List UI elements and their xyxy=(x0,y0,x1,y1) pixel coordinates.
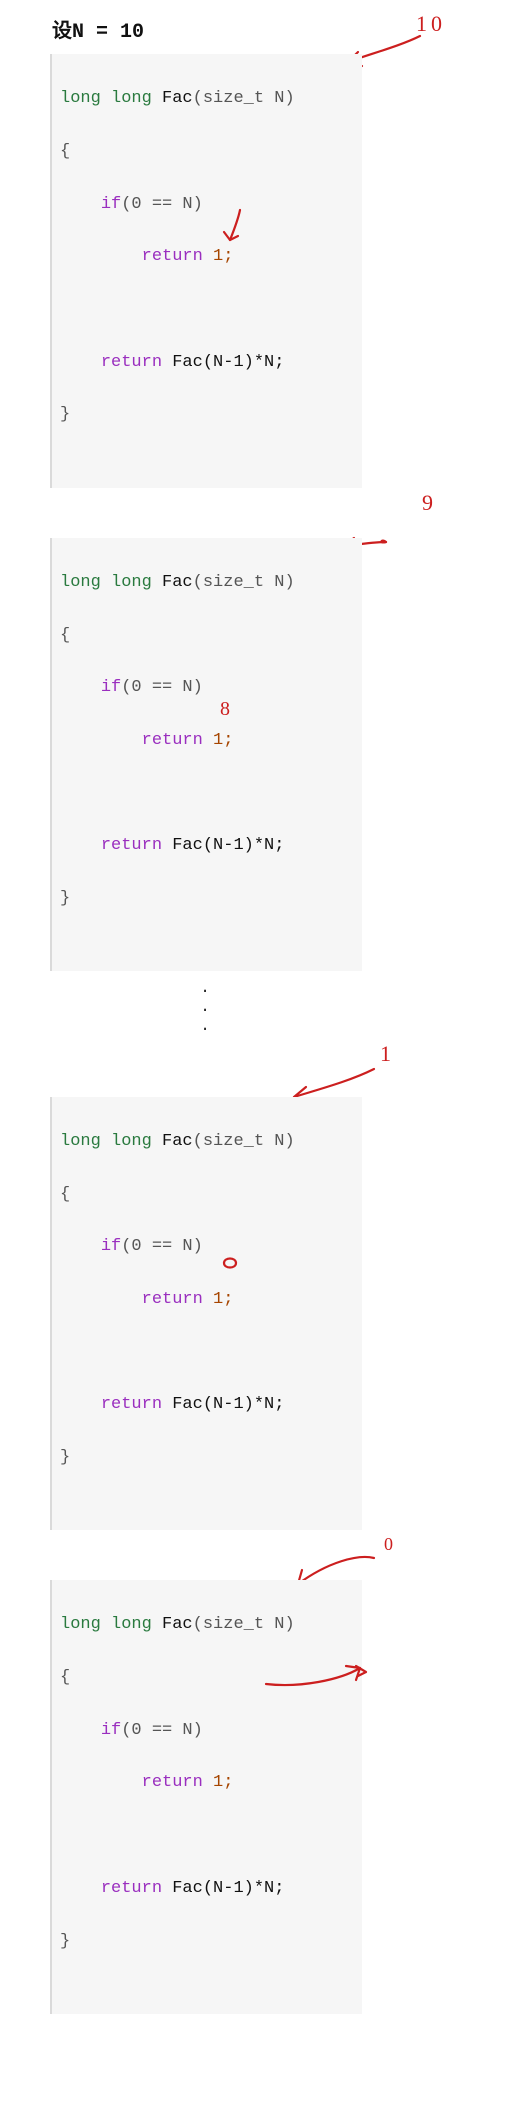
code-token: Fac(N-1)*N; xyxy=(162,836,284,855)
code-token: if xyxy=(101,1237,121,1256)
annotation-value: 0 xyxy=(384,1534,393,1555)
code-token: long long xyxy=(60,1132,152,1151)
code-token: { xyxy=(60,626,70,645)
code-token: (size_t N) xyxy=(193,1615,295,1634)
code-token: return xyxy=(101,1879,162,1898)
code-block: long long Fac(size_t N) { if(0 == N) ret… xyxy=(50,1580,362,2014)
heading: 设N = 10 xyxy=(52,14,519,44)
code-token: long long xyxy=(60,573,152,592)
code-token: Fac(N-1)*N; xyxy=(162,1395,284,1414)
code-token: (size_t N) xyxy=(193,89,295,108)
code-token: } xyxy=(60,1448,70,1467)
code-token: (size_t N) xyxy=(193,573,295,592)
heading-prefix: 设 xyxy=(52,20,72,42)
code-token: return xyxy=(142,731,203,750)
code-token: Fac xyxy=(162,1132,193,1151)
annotation-value: 1 xyxy=(380,1041,391,1067)
code-token: } xyxy=(60,1932,70,1951)
code-token: 1; xyxy=(203,1773,234,1792)
code-token: Fac xyxy=(162,573,193,592)
code-token: )*N; xyxy=(244,353,285,372)
code-token: } xyxy=(60,889,70,908)
code-token: return xyxy=(101,836,162,855)
code-block: long long Fac(size_t N) { if(0 == N) ret… xyxy=(50,538,362,972)
code-token: return xyxy=(142,1773,203,1792)
code-token: (0 == N) xyxy=(121,678,203,697)
ellipsis-dot: . xyxy=(50,979,360,998)
code-token: if xyxy=(101,678,121,697)
ellipsis: . . . xyxy=(50,979,360,1037)
code-token: } xyxy=(60,405,70,424)
code-block: long long Fac(size_t N) { if(0 == N) ret… xyxy=(50,1097,362,1531)
code-token: return xyxy=(101,1395,162,1414)
code-token: if xyxy=(101,1721,121,1740)
code-token: return xyxy=(101,353,162,372)
code-token: long long xyxy=(60,1615,152,1634)
code-token: (0 == N) xyxy=(121,195,203,214)
code-token: return xyxy=(142,1290,203,1309)
code-token: { xyxy=(60,1185,70,1204)
heading-expr: N = 10 xyxy=(72,21,144,44)
annotation-value: 9 xyxy=(422,490,433,516)
code-token: return xyxy=(142,247,203,266)
code-token: 1; xyxy=(203,731,234,750)
code-token: 1; xyxy=(203,1290,234,1309)
code-block: long long Fac(size_t N) { if(0 == N) ret… xyxy=(50,54,362,488)
code-token: Fac(N-1)*N; xyxy=(162,1879,284,1898)
code-token: (0 == N) xyxy=(121,1721,203,1740)
code-token: (0 == N) xyxy=(121,1237,203,1256)
code-token: { xyxy=(60,142,70,161)
code-token: Fac(N xyxy=(162,353,223,372)
code-token: (size_t N) xyxy=(193,1132,295,1151)
code-token: Fac xyxy=(162,1615,193,1634)
ellipsis-dot: . xyxy=(50,1017,360,1036)
code-token: long long xyxy=(60,89,152,108)
code-token: { xyxy=(60,1668,70,1687)
code-token: 1; xyxy=(203,247,234,266)
code-token: if xyxy=(101,195,121,214)
ellipsis-dot: . xyxy=(50,998,360,1017)
code-token: Fac xyxy=(162,89,193,108)
code-token: -1 xyxy=(223,353,243,372)
